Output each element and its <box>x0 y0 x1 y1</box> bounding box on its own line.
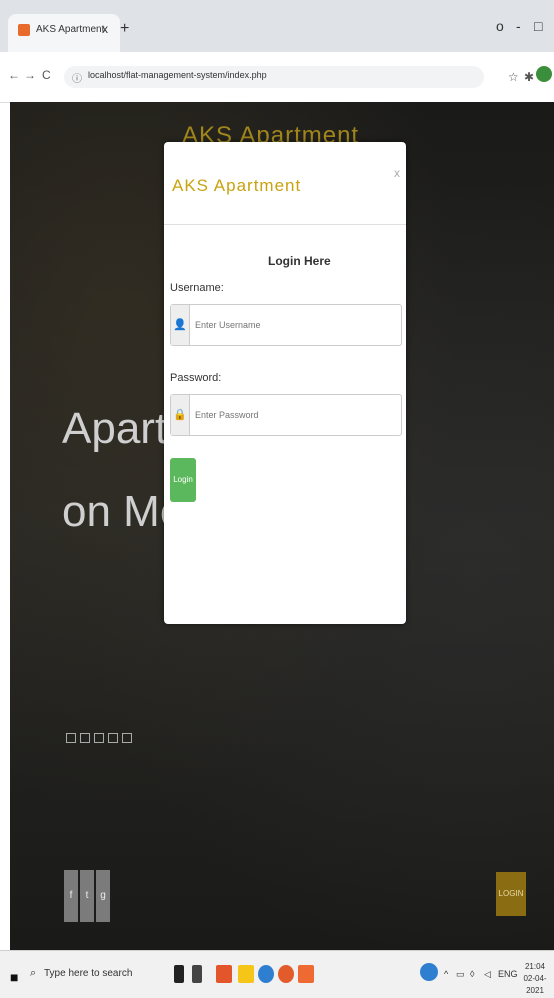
address-bar[interactable]: ⓘ localhost/flat-management-system/index… <box>64 66 484 88</box>
password-input[interactable] <box>193 405 397 425</box>
extensions-icon[interactable]: ✱ <box>524 70 534 84</box>
xampp-icon[interactable] <box>298 965 314 983</box>
password-label: Password: <box>170 372 222 384</box>
browser-tab[interactable]: AKS Apartment x <box>8 14 120 52</box>
windows-start-icon[interactable]: ■ <box>10 969 18 985</box>
tab-title: AKS Apartment <box>36 24 105 35</box>
username-input[interactable] <box>193 315 397 335</box>
slider-dot[interactable] <box>66 733 76 743</box>
network-icon[interactable]: ◊ <box>470 969 474 979</box>
file-explorer-icon[interactable] <box>238 965 254 983</box>
new-tab-button[interactable]: + <box>120 20 129 38</box>
language-indicator[interactable]: ENG <box>498 969 518 979</box>
slider-dot[interactable] <box>80 733 90 743</box>
help-icon[interactable] <box>420 963 438 981</box>
account-icon[interactable]: o <box>496 18 504 34</box>
search-icon: ⌕ <box>30 967 37 979</box>
browser-tab-bar: AKS Apartment x + o - □ <box>0 0 554 52</box>
google-plus-icon[interactable]: g <box>96 870 110 922</box>
login-modal: AKS Apartment x Login Here Username: 👤 P… <box>164 142 406 624</box>
minimize-button[interactable]: - <box>516 18 521 34</box>
username-label: Username: <box>170 282 224 294</box>
slider-dot[interactable] <box>108 733 118 743</box>
tab-close-icon[interactable]: x <box>102 22 108 36</box>
back-icon[interactable]: ← <box>8 68 20 82</box>
battery-icon[interactable]: ▭ <box>456 969 465 980</box>
login-heading: Login Here <box>268 254 331 268</box>
address-bar-row: ← → C ⓘ localhost/flat-management-system… <box>0 52 554 103</box>
volume-icon[interactable]: ◁ <box>484 969 491 980</box>
bookmark-star-icon[interactable]: ☆ <box>508 70 519 84</box>
twitter-icon[interactable]: t <box>80 870 94 922</box>
login-submit-button[interactable]: Login <box>170 458 196 502</box>
site-favicon-icon <box>18 24 30 36</box>
lock-icon: 🔒 <box>171 395 190 435</box>
slider-dot[interactable] <box>122 733 132 743</box>
chrome-icon[interactable] <box>278 965 294 983</box>
maximize-button[interactable]: □ <box>534 18 542 34</box>
edge-icon[interactable] <box>258 965 274 983</box>
task-view-icon[interactable] <box>192 965 202 983</box>
user-icon: 👤 <box>171 305 190 345</box>
social-links: ftg <box>64 870 112 922</box>
page-login-button[interactable]: LOGIN <box>496 872 526 916</box>
taskbar-search-placeholder: Type here to search <box>44 968 133 979</box>
facebook-icon[interactable]: f <box>64 870 78 922</box>
username-input-group: 👤 <box>170 304 402 346</box>
office-app-icon[interactable] <box>216 965 232 983</box>
windows-taskbar: ■ ⌕ Type here to search ^ ▭ ◊ ◁ ENG 21:0… <box>0 950 554 998</box>
clock-time: 21:04 <box>524 962 546 971</box>
tray-chevron-icon[interactable]: ^ <box>444 969 448 979</box>
modal-divider <box>164 224 406 225</box>
site-info-icon[interactable]: ⓘ <box>72 70 82 85</box>
reload-icon[interactable]: C <box>42 68 51 82</box>
cortana-icon[interactable] <box>174 965 184 983</box>
password-input-group: 🔒 <box>170 394 402 436</box>
slider-dots[interactable] <box>66 730 136 748</box>
profile-avatar[interactable] <box>536 66 552 82</box>
slider-dot[interactable] <box>94 733 104 743</box>
modal-close-button[interactable]: x <box>394 166 400 180</box>
url-text: localhost/flat-management-system/index.p… <box>88 70 267 80</box>
taskbar-clock[interactable]: 21:04 02-04-2021 <box>516 961 554 997</box>
forward-icon[interactable]: → <box>24 68 36 82</box>
clock-date: 02-04-2021 <box>523 974 547 995</box>
modal-title: AKS Apartment <box>172 176 302 195</box>
taskbar-search[interactable]: ⌕ Type here to search <box>26 963 146 987</box>
